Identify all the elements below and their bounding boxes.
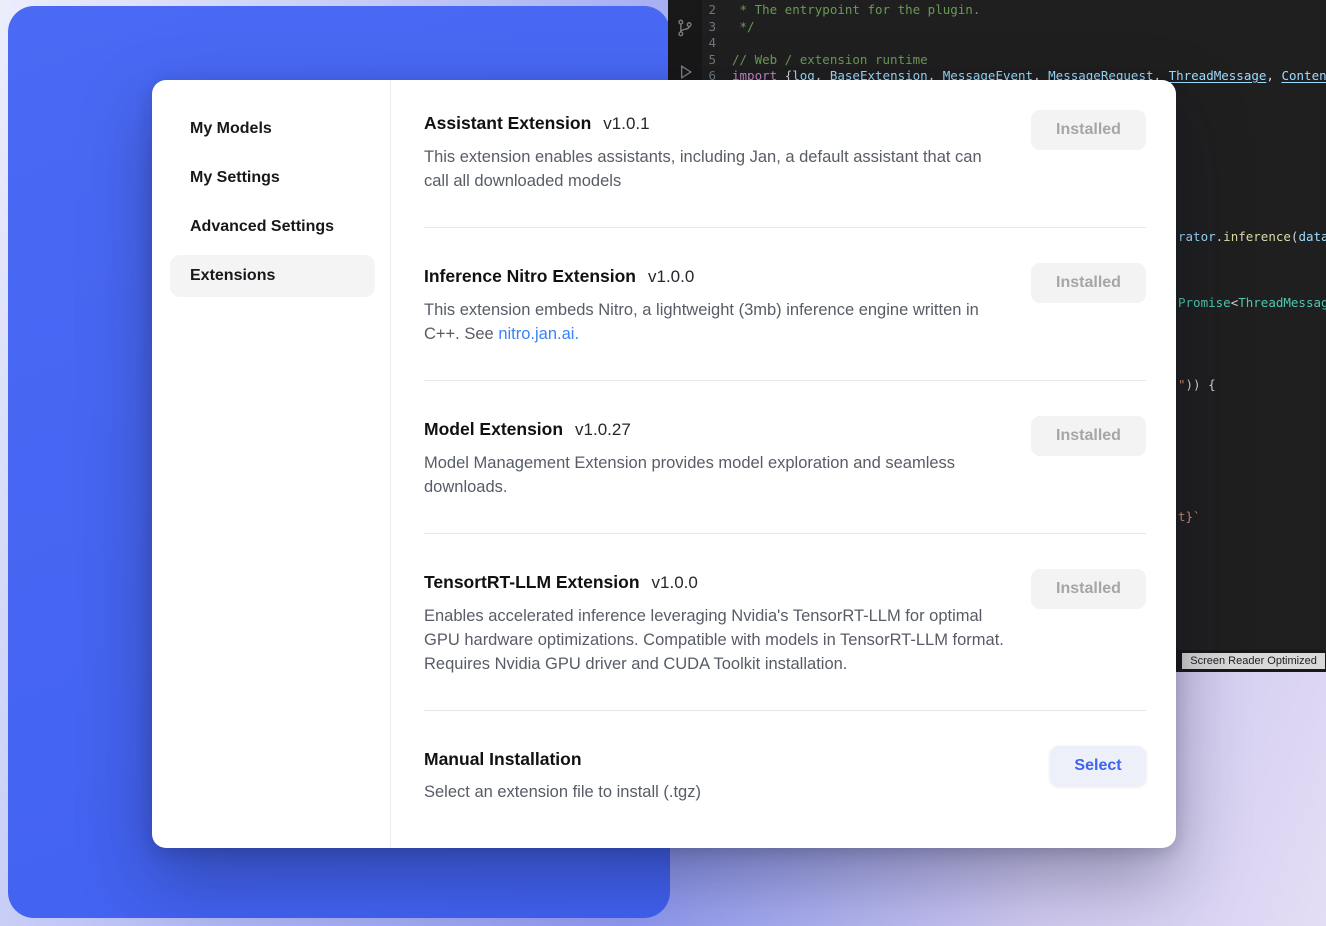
- extension-name: Assistant Extension: [424, 113, 591, 133]
- extension-description: This extension embeds Nitro, a lightweig…: [424, 298, 1009, 346]
- code-text: * The entrypoint for the plugin.: [732, 2, 980, 19]
- code-text: */: [732, 19, 755, 36]
- description-text: Model Management Extension provides mode…: [424, 454, 955, 496]
- extension-version: v1.0.0: [652, 573, 698, 592]
- extension-info: Model Extension v1.0.27 Model Management E…: [424, 416, 1009, 499]
- settings-modal: My Models My Settings Advanced Settings Ext…: [152, 80, 1176, 848]
- extension-name: TensortRT-LLM Extension: [424, 572, 640, 592]
- extension-list: Assistant Extension v1.0.1 This extension …: [391, 80, 1176, 848]
- code-fragment: rator.inference(data));: [1178, 231, 1326, 243]
- extension-name: Inference Nitro Extension: [424, 266, 636, 286]
- code-fragment: t}`: [1178, 511, 1201, 523]
- settings-sidebar: My Models My Settings Advanced Settings Ext…: [152, 80, 391, 848]
- select-button[interactable]: Select: [1050, 746, 1146, 786]
- extension-version: v1.0.0: [648, 267, 694, 286]
- sidebar-item-my-models[interactable]: My Models: [170, 108, 375, 150]
- code-text: // Web / extension runtime: [732, 52, 928, 69]
- source-control-icon[interactable]: [675, 18, 695, 38]
- extension-row: Assistant Extension v1.0.1 This extension …: [424, 80, 1146, 227]
- line-number: 2: [702, 2, 732, 19]
- code-line: 5// Web / extension runtime: [702, 52, 1326, 69]
- code-line: 3 */: [702, 19, 1326, 36]
- sidebar-item-extensions[interactable]: Extensions: [170, 255, 375, 297]
- sidebar-item-my-settings[interactable]: My Settings: [170, 157, 375, 199]
- extension-title: Model Extension v1.0.27: [424, 416, 1009, 443]
- extension-description: This extension enables assistants, inclu…: [424, 145, 1009, 193]
- installed-button[interactable]: Installed: [1031, 263, 1146, 303]
- run-debug-icon[interactable]: [675, 62, 695, 82]
- extension-title: Assistant Extension v1.0.1: [424, 110, 1009, 137]
- sidebar-item-advanced-settings[interactable]: Advanced Settings: [170, 206, 375, 248]
- code-fragment: ")) {: [1178, 379, 1216, 391]
- extension-description: Enables accelerated inference leveraging…: [424, 604, 1009, 676]
- code-line: 4: [702, 35, 1326, 52]
- extension-row: Inference Nitro Extension v1.0.0 This exte…: [424, 227, 1146, 380]
- description-text: Select an extension file to install (.tg…: [424, 783, 701, 801]
- extension-info: TensortRT-LLM Extension v1.0.0 Enables acc…: [424, 569, 1009, 676]
- extension-title: TensortRT-LLM Extension v1.0.0: [424, 569, 1009, 596]
- extension-title: Manual Installation: [424, 746, 701, 772]
- extension-info: Inference Nitro Extension v1.0.0 This exte…: [424, 263, 1009, 346]
- code-line: 2 * The entrypoint for the plugin.: [702, 2, 1326, 19]
- extension-row: Manual Installation Select an extension f…: [424, 710, 1146, 838]
- extension-row: TensortRT-LLM Extension v1.0.0 Enables acc…: [424, 533, 1146, 710]
- description-text: This extension enables assistants, inclu…: [424, 148, 982, 190]
- extension-name: Model Extension: [424, 419, 563, 439]
- line-number: 5: [702, 52, 732, 69]
- extension-title: Inference Nitro Extension v1.0.0: [424, 263, 1009, 290]
- installed-button[interactable]: Installed: [1031, 110, 1146, 150]
- extension-description: Model Management Extension provides mode…: [424, 451, 1009, 499]
- screen-reader-optimized-badge[interactable]: Screen Reader Optimized: [1182, 653, 1325, 669]
- extension-info: Assistant Extension v1.0.1 This extension …: [424, 110, 1009, 193]
- extension-info: Manual Installation Select an extension f…: [424, 746, 701, 804]
- extension-description: Select an extension file to install (.tg…: [424, 780, 701, 804]
- code-area: 2 * The entrypoint for the plugin.3 */45…: [702, 2, 1326, 85]
- line-number: 3: [702, 19, 732, 36]
- installed-button[interactable]: Installed: [1031, 416, 1146, 456]
- extension-version: v1.0.27: [575, 420, 631, 439]
- extension-version: v1.0.1: [603, 114, 649, 133]
- description-text: Enables accelerated inference leveraging…: [424, 607, 1004, 673]
- page-background: 2 * The entrypoint for the plugin.3 */45…: [0, 0, 1326, 926]
- extension-name: Manual Installation: [424, 749, 582, 769]
- installed-button[interactable]: Installed: [1031, 569, 1146, 609]
- extension-row: Model Extension v1.0.27 Model Management E…: [424, 380, 1146, 533]
- extension-link[interactable]: nitro.jan.ai.: [498, 325, 579, 343]
- line-number: 4: [702, 35, 732, 52]
- code-fragment: Promise<ThreadMessage=: [1178, 297, 1326, 309]
